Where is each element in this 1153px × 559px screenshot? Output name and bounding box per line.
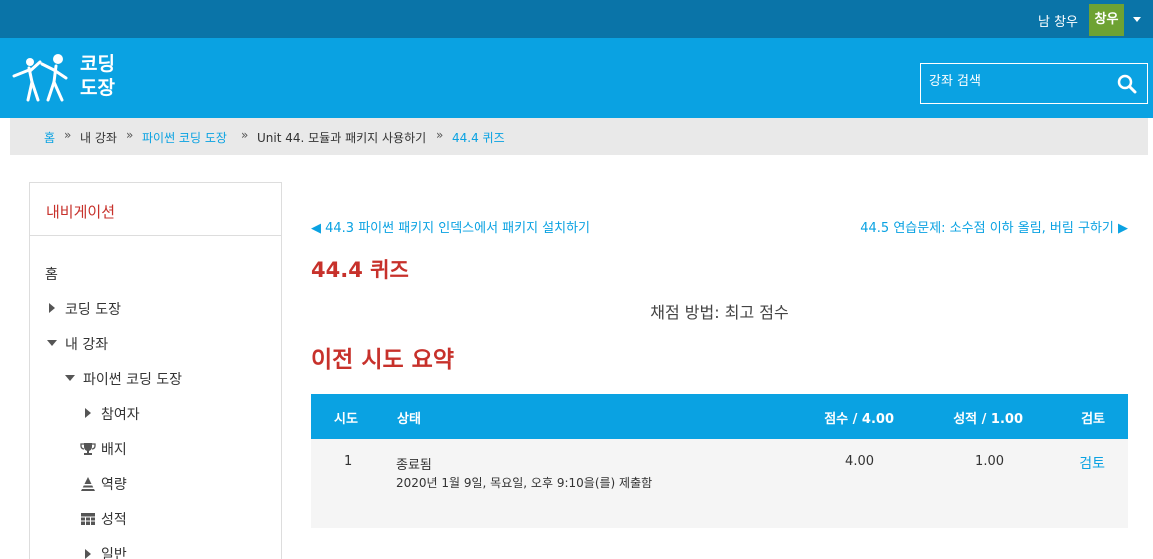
table-row: 1 종료됨 2020년 1월 9일, 목요일, 오후 9:10을(를) 제출함 … (311, 439, 1128, 528)
nav-item-coding-dojang[interactable]: 코딩 도장 (65, 299, 121, 319)
table-header: 시도 상태 점수 / 4.00 성적 / 1.00 검토 (311, 394, 1128, 439)
search-icon[interactable] (1117, 74, 1137, 94)
breadcrumb-separator: » (126, 128, 134, 142)
nav-item-python-course[interactable]: 파이썬 코딩 도장 (83, 369, 182, 389)
header-grade: 성적 / 1.00 (953, 412, 1023, 427)
attempt-number: 1 (344, 454, 353, 469)
site-header: 코딩 도장 (0, 38, 1153, 118)
user-name[interactable]: 남 창우 (1038, 11, 1078, 30)
expand-arrow-icon[interactable] (85, 549, 91, 559)
competency-icon (81, 477, 95, 491)
collapse-arrow-icon[interactable] (47, 340, 57, 346)
breadcrumb-course-link[interactable]: 파이썬 코딩 도장 (142, 129, 227, 146)
trophy-icon (80, 443, 96, 455)
header-score: 점수 / 4.00 (824, 412, 894, 427)
navigation-title: 내비게이션 (30, 183, 281, 236)
collapse-arrow-icon[interactable] (65, 375, 75, 381)
expand-arrow-icon[interactable] (49, 303, 55, 313)
nav-item-home[interactable]: 홈 (45, 264, 58, 284)
breadcrumb: 홈 » 내 강좌 » 파이썬 코딩 도장 » Unit 44. 모듈과 패키지 … (10, 118, 1148, 155)
nav-item-my-courses[interactable]: 내 강좌 (65, 334, 108, 354)
next-activity-link[interactable]: 44.5 연습문제: 소수점 이하 올림, 버림 구하기 ▶ (860, 217, 1128, 236)
breadcrumb-separator: » (436, 128, 444, 142)
breadcrumb-my-courses: 내 강좌 (80, 131, 117, 145)
course-search-input[interactable] (929, 74, 1109, 89)
breadcrumb-quiz-link[interactable]: 44.4 퀴즈 (452, 129, 505, 146)
brand-name[interactable]: 코딩 도장 (80, 52, 115, 100)
user-menu-caret-icon[interactable] (1133, 17, 1141, 22)
attempt-score: 4.00 (845, 454, 874, 469)
nav-item-competencies[interactable]: 역량 (101, 474, 127, 494)
attempt-state: 종료됨 (396, 458, 432, 473)
previous-activity-link[interactable]: ◀ 44.3 파이썬 패키지 인덱스에서 패키지 설치하기 (311, 217, 590, 236)
brand-line-2: 도장 (80, 77, 115, 99)
breadcrumb-home-link[interactable]: 홈 (44, 129, 55, 146)
avatar[interactable]: 창우 (1089, 4, 1124, 36)
breadcrumb-unit: Unit 44. 모듈과 패키지 사용하기 (257, 131, 427, 145)
navigation-block: 내비게이션 홈 코딩 도장 내 강좌 파이썬 코딩 도장 참여자 배지 역량 성… (29, 182, 282, 559)
header-attempt: 시도 (334, 412, 358, 427)
expand-arrow-icon[interactable] (85, 408, 91, 418)
header-state: 상태 (397, 412, 421, 427)
nav-item-participants[interactable]: 참여자 (101, 404, 140, 424)
grading-method: 채점 방법: 최고 점수 (650, 303, 789, 322)
attempt-grade: 1.00 (975, 454, 1004, 469)
nav-item-badges[interactable]: 배지 (101, 439, 127, 459)
grades-table-icon (81, 513, 95, 525)
submitted-time: 2020년 1월 9일, 목요일, 오후 9:10을(를) 제출함 (396, 476, 653, 490)
header-review: 검토 (1081, 412, 1105, 427)
breadcrumb-separator: » (64, 128, 72, 142)
breadcrumb-separator: » (241, 128, 249, 142)
nav-item-grades[interactable]: 성적 (101, 509, 127, 529)
review-link[interactable]: 검토 (1079, 453, 1105, 473)
attempts-summary-title: 이전 시도 요약 (311, 347, 454, 373)
course-search-box (920, 63, 1148, 104)
nav-item-general[interactable]: 일반 (101, 544, 127, 559)
brand-line-1: 코딩 (80, 53, 115, 75)
top-user-bar: 남 창우 창우 (0, 0, 1153, 38)
page-title: 44.4 퀴즈 (311, 258, 409, 282)
